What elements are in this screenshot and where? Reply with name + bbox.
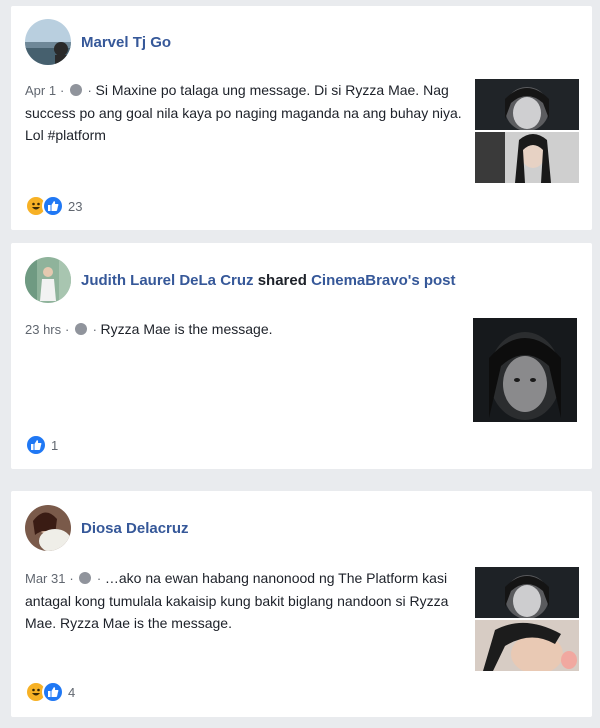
separator: ·: [59, 83, 68, 98]
like-icon: [25, 434, 47, 456]
avatar[interactable]: [25, 19, 71, 65]
post-text-block: Apr 1 · · Si Maxine po talaga ung messag…: [25, 79, 465, 146]
like-icon: [42, 195, 64, 217]
post-date[interactable]: Mar 31: [25, 571, 65, 586]
reaction-summary[interactable]: 23: [25, 195, 82, 217]
avatar[interactable]: [25, 505, 71, 551]
reaction-count[interactable]: 23: [68, 199, 82, 214]
separator: ·: [65, 322, 73, 337]
post-date[interactable]: 23 hrs: [25, 322, 61, 337]
author-name[interactable]: Judith Laurel DeLa Cruz: [81, 272, 254, 289]
post-image[interactable]: [475, 567, 579, 618]
separator: ·: [83, 83, 96, 98]
post-image[interactable]: [475, 620, 579, 671]
like-icon: [42, 681, 64, 703]
post-text: Ryzza Mae is the message.: [100, 321, 273, 337]
post-date[interactable]: Apr 1: [25, 83, 56, 98]
author-line: Judith Laurel DeLa Cruz shared CinemaBra…: [81, 272, 456, 289]
globe-icon: [79, 572, 92, 584]
post-image[interactable]: [475, 132, 579, 183]
reaction-count[interactable]: 4: [68, 685, 75, 700]
post-image[interactable]: [475, 79, 579, 130]
reaction-summary[interactable]: 4: [25, 681, 75, 703]
post-card: Judith Laurel DeLa Cruz shared CinemaBra…: [11, 243, 592, 469]
reaction-summary[interactable]: 1: [25, 434, 58, 456]
post-text-block: Mar 31 · · …ako na ewan habang nanonood …: [25, 567, 465, 634]
shared-label: shared: [257, 272, 307, 289]
separator: ·: [88, 322, 101, 337]
globe-icon: [74, 323, 87, 335]
post-card: Marvel Tj Go Apr 1 · · Si Maxine po tala…: [11, 6, 592, 230]
post-text-block: 23 hrs · · Ryzza Mae is the message.: [25, 318, 465, 341]
separator: ·: [93, 571, 105, 586]
shared-post-link[interactable]: CinemaBravo's post: [311, 272, 455, 289]
author-name[interactable]: Marvel Tj Go: [81, 34, 171, 51]
reaction-count[interactable]: 1: [51, 438, 58, 453]
avatar[interactable]: [25, 257, 71, 303]
post-image[interactable]: [473, 318, 577, 422]
post-card: Diosa Delacruz Mar 31 · · …ako na ewan h…: [11, 491, 592, 717]
globe-icon: [69, 84, 82, 96]
separator: ·: [69, 571, 78, 586]
author-name[interactable]: Diosa Delacruz: [81, 520, 189, 537]
